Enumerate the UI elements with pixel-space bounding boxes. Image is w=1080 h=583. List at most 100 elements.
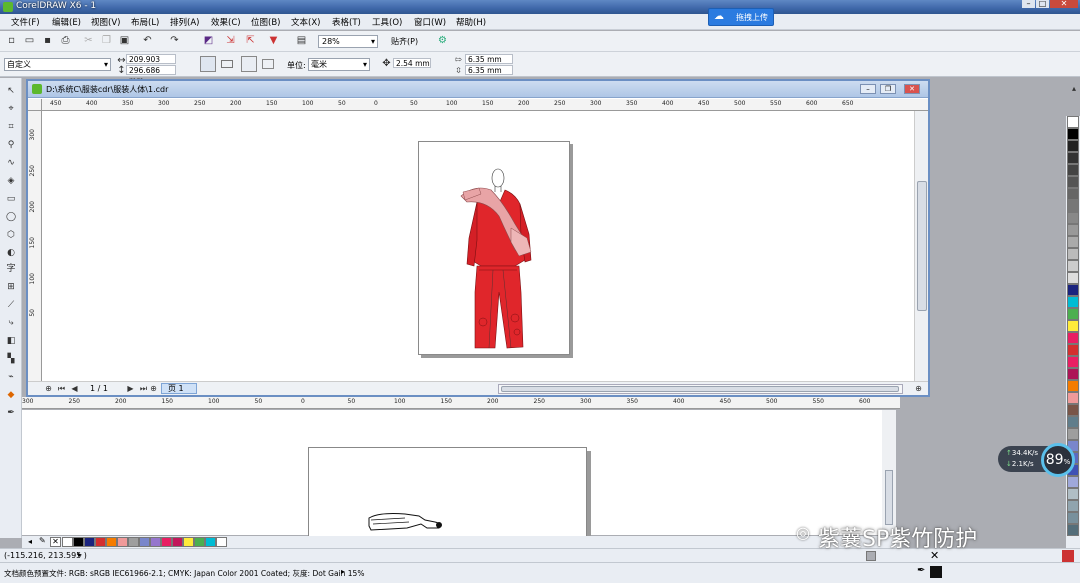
color-swatch[interactable]	[161, 537, 172, 547]
color-swatch[interactable]	[1067, 272, 1079, 284]
redo-icon[interactable]: ↷	[168, 34, 181, 47]
menu-table[interactable]: 表格(T)	[332, 16, 361, 28]
menu-edit[interactable]: 编辑(E)	[52, 16, 81, 28]
color-swatch[interactable]	[1067, 116, 1079, 128]
ellipse-tool-icon[interactable]: ◯	[4, 210, 18, 224]
color-swatch[interactable]	[1067, 212, 1079, 224]
doc-minimize-button[interactable]: –	[860, 84, 876, 94]
print-icon[interactable]: ⎙	[59, 34, 72, 47]
color-swatch[interactable]	[1067, 416, 1079, 428]
table-tool-icon[interactable]: ⊞	[4, 280, 18, 294]
add-page-after-icon[interactable]: ⊕	[147, 382, 160, 395]
doc-restore-button[interactable]: ❐	[880, 84, 896, 94]
color-swatch[interactable]	[1067, 176, 1079, 188]
zoom-tool-icon[interactable]: ⚲	[4, 138, 18, 152]
palette-scroll-left-icon[interactable]: ◂	[28, 537, 32, 546]
color-swatch[interactable]	[139, 537, 150, 547]
garment-illustration[interactable]	[419, 142, 571, 356]
units-select[interactable]: 毫米 ▾	[308, 58, 370, 71]
color-swatch[interactable]	[1067, 368, 1079, 380]
color-swatch[interactable]	[1067, 164, 1079, 176]
drawing-canvas[interactable]	[43, 112, 912, 380]
menu-bitmaps[interactable]: 位图(B)	[251, 16, 280, 28]
text-tool-icon[interactable]: 字	[4, 262, 18, 276]
horizontal-ruler[interactable]: 450 400 350 300 250 200 150 100 50 0 50 100 150 200 25…	[42, 99, 928, 111]
menu-window[interactable]: 窗口(W)	[414, 16, 446, 28]
import-icon[interactable]: ⇲	[224, 34, 237, 47]
portrait-button[interactable]	[200, 56, 216, 72]
snap-to-menu[interactable]: 贴齐(P)	[391, 36, 418, 47]
open-folder-icon[interactable]: ▭	[23, 34, 36, 47]
color-swatch[interactable]	[95, 537, 106, 547]
eyedropper-icon[interactable]: ✎	[39, 536, 46, 545]
outline-tool-icon[interactable]: ✒	[4, 406, 18, 420]
network-speed-widget[interactable]: ↑34.4K/s ↓2.1K/s 89%	[998, 443, 1078, 478]
no-fill-swatch[interactable]: ✕	[50, 537, 61, 547]
pick-tool-icon[interactable]: ↖	[4, 84, 18, 98]
color-swatch[interactable]	[1067, 188, 1079, 200]
landscape-button[interactable]	[221, 60, 233, 68]
nudge-distance-field[interactable]: 2.54 mm	[393, 58, 431, 68]
menu-arrange[interactable]: 排列(A)	[170, 16, 199, 28]
drag-upload-button[interactable]: ☁ 拖拽上传	[708, 8, 774, 26]
color-swatch[interactable]	[1067, 404, 1079, 416]
next-page-icon[interactable]: ▶	[124, 382, 137, 395]
vertical-scroll-thumb[interactable]	[917, 181, 927, 311]
drawing-canvas-2[interactable]	[22, 410, 890, 541]
minimize-button[interactable]: –	[1022, 0, 1035, 8]
vertical-ruler[interactable]: 300 250 200 150 100 50	[28, 111, 42, 381]
blend-tool-icon[interactable]: ◧	[4, 334, 18, 348]
add-page-icon[interactable]: ⊕	[42, 382, 55, 395]
color-swatch[interactable]	[1067, 320, 1079, 332]
color-swatch[interactable]	[1067, 512, 1079, 524]
polygon-tool-icon[interactable]: ⬡	[4, 228, 18, 242]
color-swatch[interactable]	[172, 537, 183, 547]
drawing-page[interactable]	[418, 141, 570, 355]
duplicate-x-field[interactable]: 6.35 mm	[465, 54, 513, 64]
maximize-button[interactable]: □	[1036, 0, 1049, 8]
color-swatch[interactable]	[62, 537, 73, 547]
outline-color-icon[interactable]	[1062, 550, 1074, 562]
copy-icon[interactable]: ❐	[100, 34, 113, 47]
first-page-icon[interactable]: ⏮	[55, 382, 68, 395]
undo-icon[interactable]: ↶	[141, 34, 154, 47]
crop-tool-icon[interactable]: ⌗	[4, 120, 18, 134]
zoom-level-select[interactable]: 28% ▾	[318, 35, 378, 48]
color-swatch[interactable]	[1067, 152, 1079, 164]
profile-arrow-icon[interactable]: ▸	[341, 567, 345, 576]
color-swatch[interactable]	[1067, 236, 1079, 248]
smart-fill-icon[interactable]: ◈	[4, 174, 18, 188]
color-swatch[interactable]	[183, 537, 194, 547]
color-swatch[interactable]	[205, 537, 216, 547]
vertical-scrollbar[interactable]	[914, 111, 928, 381]
color-swatch[interactable]	[1067, 224, 1079, 236]
eyedropper-tool-icon[interactable]: ⌁	[4, 370, 18, 384]
horizontal-scrollbar[interactable]	[498, 384, 903, 394]
color-swatch[interactable]	[150, 537, 161, 547]
save-icon[interactable]: ▪	[41, 34, 54, 47]
horizontal-scroll-thumb[interactable]	[501, 386, 899, 392]
publish-pdf-icon[interactable]: ▼	[267, 34, 280, 47]
transparency-tool-icon[interactable]: ▚	[4, 352, 18, 366]
current-page-button[interactable]	[262, 59, 274, 69]
palette-scroll-up-icon[interactable]: ▴	[1068, 84, 1080, 116]
menu-view[interactable]: 视图(V)	[91, 16, 120, 28]
menu-tools[interactable]: 工具(O)	[372, 16, 402, 28]
previous-page-icon[interactable]: ◀	[68, 382, 81, 395]
page-tab-1[interactable]: 页 1	[161, 383, 197, 394]
color-swatch[interactable]	[1067, 500, 1079, 512]
color-swatch[interactable]	[1067, 332, 1079, 344]
page-width-field[interactable]: 209.903 mm	[126, 54, 176, 74]
ruler-origin[interactable]	[28, 99, 42, 111]
color-swatch[interactable]	[1067, 524, 1079, 536]
freehand-tool-icon[interactable]: ∿	[4, 156, 18, 170]
menu-file[interactable]: 文件(F)	[11, 16, 40, 28]
color-swatch[interactable]	[216, 537, 227, 547]
doc-close-button[interactable]: ✕	[904, 84, 920, 94]
navigator-zoom-icon[interactable]: ⊕	[912, 382, 925, 395]
garment-sketch[interactable]	[309, 448, 588, 538]
export-icon[interactable]: ⇱	[244, 34, 257, 47]
color-swatch[interactable]	[1067, 140, 1079, 152]
cut-icon[interactable]: ✂	[82, 34, 95, 47]
dimension-tool-icon[interactable]: ⟋	[4, 298, 18, 312]
